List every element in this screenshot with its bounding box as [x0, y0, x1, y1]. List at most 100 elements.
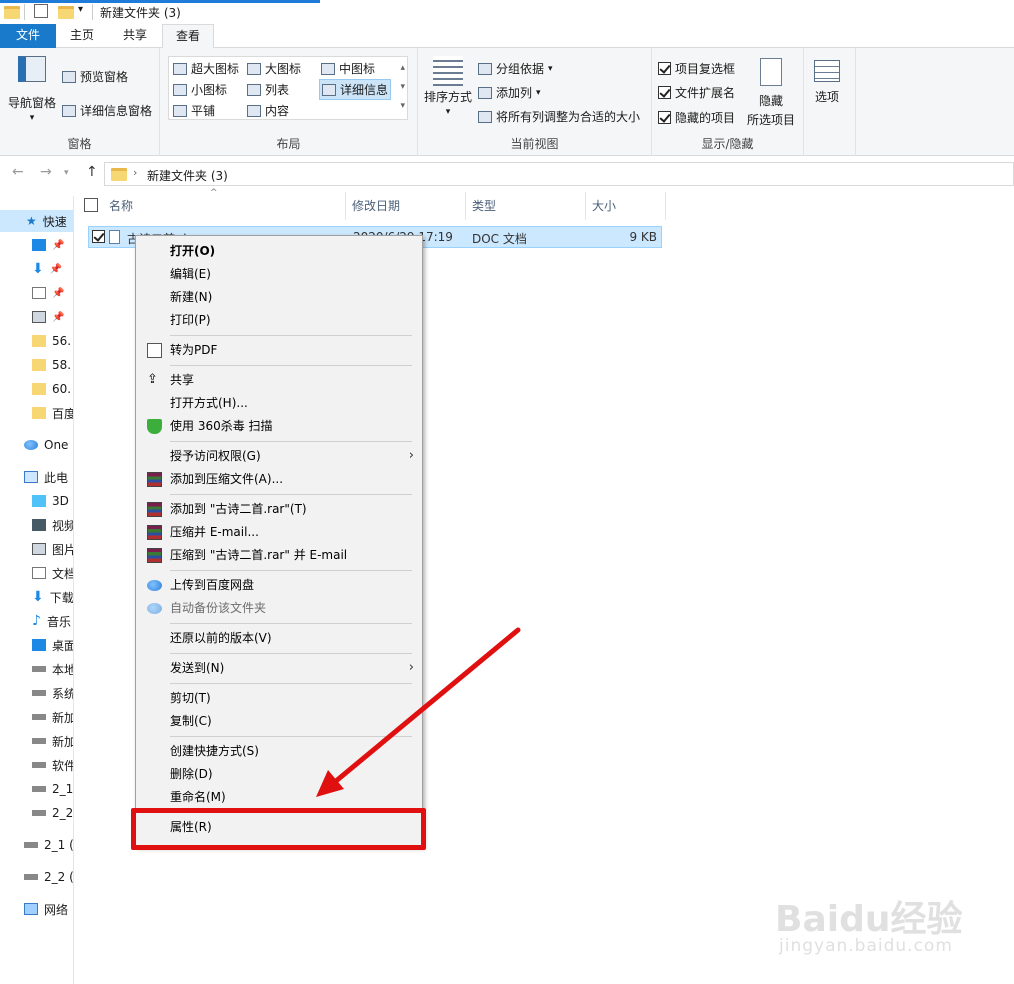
- menu-label: 新建(N): [170, 290, 213, 304]
- small-icons-icon: [173, 83, 187, 96]
- drive-icon: [32, 666, 46, 672]
- fit-columns-button[interactable]: 将所有列调整为合适的大小: [478, 108, 640, 125]
- menu-add-to-rar[interactable]: 添加到 "古诗二首.rar"(T): [136, 498, 424, 520]
- up-arrow-icon[interactable]: ↑: [86, 164, 98, 180]
- layout-list[interactable]: 列表: [247, 81, 289, 98]
- nav-folder[interactable]: 56.: [0, 330, 73, 352]
- column-header-name[interactable]: 名称: [103, 192, 346, 220]
- nav-network[interactable]: 网络: [0, 898, 73, 920]
- column-header-modified[interactable]: 修改日期: [346, 192, 466, 220]
- layout-small-icons[interactable]: 小图标: [173, 81, 227, 98]
- options-button[interactable]: 选项: [814, 60, 840, 105]
- menu-send-to[interactable]: 发送到(N) ›: [136, 657, 424, 679]
- nav-folder[interactable]: 60.: [0, 378, 73, 400]
- layout-medium-icons[interactable]: 中图标: [321, 60, 375, 77]
- select-all-checkbox[interactable]: [84, 198, 98, 212]
- nav-pinned-documents[interactable]: 📌: [0, 282, 73, 304]
- nav-drive[interactable]: 系统: [0, 682, 73, 704]
- chevron-right-icon: ›: [408, 660, 414, 675]
- nav-videos[interactable]: 视频: [0, 514, 73, 536]
- menu-compress-email[interactable]: 压缩并 E-mail...: [136, 521, 424, 543]
- nav-desktop[interactable]: 桌面: [0, 634, 73, 656]
- row-checkbox[interactable]: [92, 230, 105, 243]
- context-menu: 打开(O) 编辑(E) 新建(N) 打印(P) 转为PDF ⇪ 共享 打开方式(H…: [135, 235, 423, 847]
- nav-this-pc[interactable]: 此电: [0, 466, 73, 488]
- column-header-size[interactable]: 大小: [586, 192, 666, 220]
- properties-quick-icon[interactable]: [34, 4, 48, 18]
- menu-add-to-archive[interactable]: 添加到压缩文件(A)...: [136, 468, 424, 490]
- nav-folder[interactable]: 58.: [0, 354, 73, 376]
- tab-view[interactable]: 查看: [162, 24, 214, 49]
- tab-home[interactable]: 主页: [56, 24, 108, 48]
- layout-tiles[interactable]: 平铺: [173, 102, 215, 119]
- nav-label: 56.: [52, 334, 72, 348]
- nav-pane-button[interactable]: 导航窗格 ▾: [8, 56, 56, 123]
- nav-onedrive[interactable]: One: [0, 434, 73, 456]
- nav-pinned-pictures[interactable]: 📌: [0, 306, 73, 328]
- nav-drive[interactable]: 2_2 (: [0, 866, 73, 888]
- nav-drive[interactable]: 软件: [0, 754, 73, 776]
- item-checkboxes-toggle[interactable]: 项目复选框: [658, 60, 735, 77]
- menu-360-scan[interactable]: 使用 360杀毒 扫描: [136, 415, 424, 437]
- menu-edit[interactable]: 编辑(E): [136, 263, 424, 285]
- nav-drive[interactable]: 本地: [0, 658, 73, 680]
- drive-icon: [32, 738, 46, 744]
- layout-content[interactable]: 内容: [247, 102, 289, 119]
- nav-documents[interactable]: 文档: [0, 562, 73, 584]
- menu-upload-baidu[interactable]: 上传到百度网盘: [136, 574, 424, 596]
- hidden-items-toggle[interactable]: 隐藏的项目: [658, 109, 735, 126]
- nav-drive[interactable]: 2_1: [0, 778, 73, 800]
- layout-large-icons[interactable]: 大图标: [247, 60, 301, 77]
- menu-compress-rar-email[interactable]: 压缩到 "古诗二首.rar" 并 E-mail: [136, 544, 424, 566]
- menu-give-access[interactable]: 授予访问权限(G) ›: [136, 445, 424, 467]
- tab-share[interactable]: 共享: [108, 24, 162, 48]
- menu-delete[interactable]: 删除(D): [136, 763, 424, 785]
- address-bar[interactable]: › 新建文件夹 (3): [104, 162, 1014, 186]
- menu-copy[interactable]: 复制(C): [136, 710, 424, 732]
- layout-item-label: 大图标: [265, 62, 302, 76]
- menu-create-shortcut[interactable]: 创建快捷方式(S): [136, 740, 424, 762]
- sort-by-button[interactable]: 排序方式 ▾: [424, 56, 472, 117]
- nav-quick-access[interactable]: ★ 快速: [0, 210, 73, 232]
- chevron-down-icon[interactable]: ▾: [78, 4, 83, 20]
- menu-convert-pdf[interactable]: 转为PDF: [136, 339, 424, 361]
- group-panes: 导航窗格 ▾ 预览窗格 详细信息窗格 窗格: [0, 48, 160, 156]
- nav-pinned-downloads[interactable]: ⬇ 📌: [0, 258, 73, 280]
- menu-open-with[interactable]: 打开方式(H)...: [136, 392, 424, 414]
- details-pane-button[interactable]: 详细信息窗格: [62, 102, 152, 119]
- back-arrow-icon[interactable]: ←: [12, 164, 24, 180]
- menu-rename[interactable]: 重命名(M): [136, 786, 424, 808]
- document-icon: [32, 287, 46, 299]
- new-folder-quick-icon[interactable]: [58, 6, 74, 19]
- nav-music[interactable]: ♪ 音乐: [0, 610, 73, 632]
- file-extensions-toggle[interactable]: 文件扩展名: [658, 84, 735, 101]
- menu-cut[interactable]: 剪切(T): [136, 687, 424, 709]
- group-layout: 超大图标 大图标 中图标 小图标 列表 详细信息 平铺 内容 ▴ ▾ ▾ 布局: [160, 48, 418, 156]
- group-by-button[interactable]: 分组依据 ▾: [478, 60, 553, 77]
- hide-selected-button[interactable]: 隐藏 所选项目: [746, 58, 796, 128]
- menu-print[interactable]: 打印(P): [136, 309, 424, 331]
- add-column-button[interactable]: 添加列 ▾: [478, 84, 541, 101]
- nav-pinned-desktop[interactable]: 📌: [0, 234, 73, 256]
- menu-open[interactable]: 打开(O): [136, 240, 424, 262]
- nav-downloads[interactable]: ⬇ 下载: [0, 586, 73, 608]
- recent-locations-chevron-icon[interactable]: ▾: [64, 168, 69, 178]
- layout-details[interactable]: 详细信息: [319, 79, 392, 100]
- nav-drive[interactable]: 新加: [0, 706, 73, 728]
- menu-share[interactable]: ⇪ 共享: [136, 369, 424, 391]
- nav-3d-objects[interactable]: 3D: [0, 490, 73, 512]
- menu-auto-backup[interactable]: 自动备份该文件夹: [136, 597, 424, 619]
- nav-folder[interactable]: 百度: [0, 402, 73, 424]
- gallery-scroll[interactable]: ▴ ▾ ▾: [400, 59, 405, 116]
- menu-restore-versions[interactable]: 还原以前的版本(V): [136, 627, 424, 649]
- preview-pane-button[interactable]: 预览窗格: [62, 68, 128, 85]
- nav-drive[interactable]: 2_1 (: [0, 834, 73, 856]
- forward-arrow-icon[interactable]: →: [40, 164, 52, 180]
- column-header-type[interactable]: 类型: [466, 192, 586, 220]
- nav-pictures[interactable]: 图片: [0, 538, 73, 560]
- layout-extra-large-icons[interactable]: 超大图标: [173, 60, 239, 77]
- menu-new[interactable]: 新建(N): [136, 286, 424, 308]
- tab-file[interactable]: 文件: [0, 24, 56, 48]
- nav-drive[interactable]: 2_2: [0, 802, 73, 824]
- nav-drive[interactable]: 新加: [0, 730, 73, 752]
